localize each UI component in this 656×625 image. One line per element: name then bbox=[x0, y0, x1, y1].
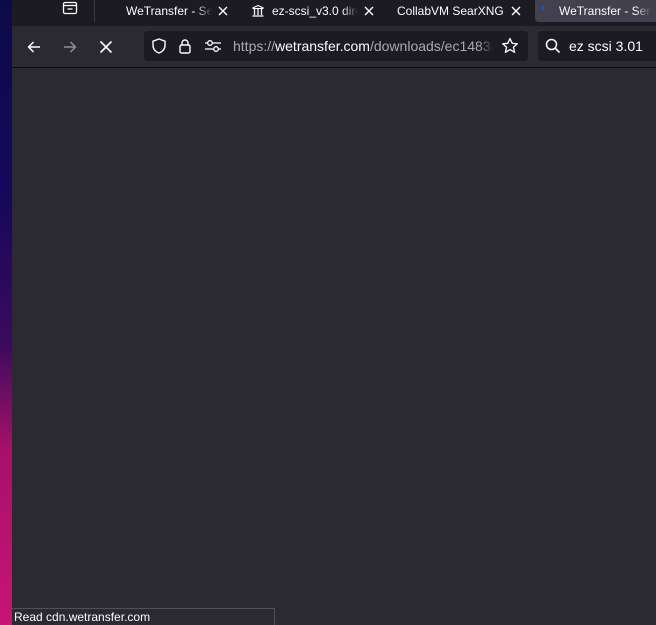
forward-button[interactable] bbox=[58, 35, 82, 59]
back-arrow-icon bbox=[26, 39, 42, 55]
bookmark-star-icon[interactable] bbox=[501, 37, 519, 55]
tab-title: ez-scsi_v3.0 directory bbox=[272, 4, 358, 18]
back-button[interactable] bbox=[22, 35, 46, 59]
tab-title: WeTransfer - Send Large Files & Share Ph… bbox=[126, 4, 212, 18]
tab-separator bbox=[94, 0, 95, 22]
tab-title: WeTransfer - Send Large Files bbox=[559, 4, 651, 18]
tab-collabvm-searxng[interactable]: CollabVM SearXNG bbox=[397, 0, 527, 22]
stop-loading-icon bbox=[99, 40, 113, 54]
search-input[interactable]: ez scsi 3.01 bbox=[569, 38, 643, 54]
search-icon bbox=[545, 38, 561, 54]
list-all-tabs-icon bbox=[62, 0, 78, 16]
permissions-icon[interactable] bbox=[204, 37, 222, 55]
url-scheme: https:// bbox=[233, 38, 276, 54]
tracking-shield-icon[interactable] bbox=[150, 37, 168, 55]
tab-wetransfer-1[interactable]: WeTransfer - Send Large Files & Share Ph… bbox=[126, 0, 244, 22]
page-content-area bbox=[12, 68, 656, 625]
tab-title: CollabVM SearXNG bbox=[397, 4, 504, 18]
address-bar[interactable]: https://wetransfer.com/downloads/ec1483a bbox=[144, 31, 528, 61]
search-bar[interactable]: ez scsi 3.01 bbox=[538, 31, 656, 61]
tab-wetransfer-active[interactable]: WeTransfer - Send Large Files bbox=[535, 0, 656, 22]
archive-columns-icon bbox=[252, 5, 264, 17]
list-all-tabs-button[interactable] bbox=[58, 0, 82, 19]
tab-ez-scsi-directory[interactable]: ez-scsi_v3.0 directory bbox=[252, 0, 378, 22]
url-path: /downloads/ec1483a bbox=[369, 38, 493, 54]
forward-arrow-icon bbox=[62, 39, 78, 55]
tab-close-icon[interactable] bbox=[362, 4, 376, 18]
url-host: wetransfer.com bbox=[275, 38, 370, 54]
tab-close-icon[interactable] bbox=[216, 4, 230, 18]
stop-button[interactable] bbox=[94, 35, 118, 59]
status-panel: Read cdn.wetransfer.com bbox=[12, 608, 275, 625]
browser-window: WeTransfer - Send Large Files & Share Ph… bbox=[12, 0, 656, 625]
desktop-wallpaper bbox=[0, 0, 12, 625]
loading-dot-icon bbox=[541, 6, 545, 10]
padlock-icon[interactable] bbox=[176, 37, 194, 55]
tab-close-icon[interactable] bbox=[509, 4, 523, 18]
url-text[interactable]: https://wetransfer.com/downloads/ec1483a bbox=[233, 38, 493, 54]
navigation-toolbar: https://wetransfer.com/downloads/ec1483a… bbox=[12, 26, 656, 68]
tab-strip: WeTransfer - Send Large Files & Share Ph… bbox=[12, 0, 656, 26]
